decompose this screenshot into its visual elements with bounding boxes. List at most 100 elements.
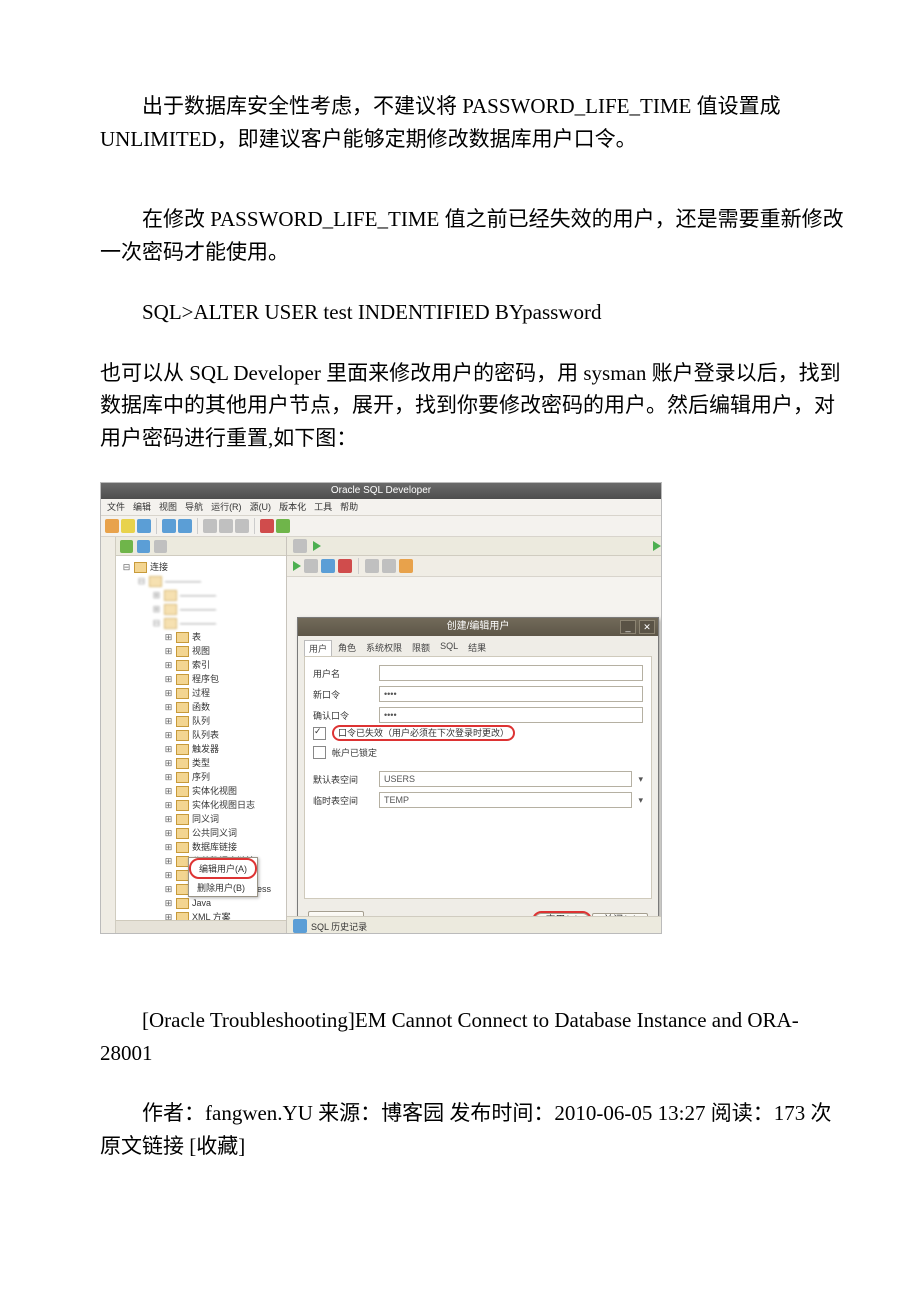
connections-tree-pane[interactable]: ⊟连接 ⊟———— ⊞———— ⊞———— ⊟———— ⊞表 ⊞视图 ⊞索引 ⊞… [116, 537, 287, 934]
menu-file[interactable]: 文件 [107, 499, 125, 515]
separator-icon [156, 518, 157, 534]
edit-icon[interactable] [399, 559, 413, 573]
tab-sys-privs[interactable]: 系统权限 [362, 640, 406, 656]
history-icon[interactable] [382, 559, 396, 573]
scrollbar[interactable] [116, 920, 286, 934]
tree-item[interactable]: ⊞序列 [122, 770, 286, 784]
tree-item[interactable]: ⊞公共同义词 [122, 826, 286, 840]
tree-item[interactable]: ⊞数据库链接 [122, 840, 286, 854]
menu-run[interactable]: 运行(R) [211, 499, 242, 515]
default-ts-label: 默认表空间 [313, 773, 373, 786]
chevron-down-icon[interactable]: ▾ [638, 774, 643, 785]
menu-version[interactable]: 版本化 [279, 499, 306, 515]
default-tablespace-select[interactable]: USERS [379, 771, 632, 787]
copy-icon[interactable] [219, 519, 233, 533]
close-icon[interactable]: ✕ [639, 620, 655, 634]
cut-icon[interactable] [203, 519, 217, 533]
tree-item[interactable]: ⊞Java [122, 896, 286, 910]
locked-checkbox[interactable] [313, 746, 326, 759]
run-icon[interactable] [276, 519, 290, 533]
tree-item[interactable]: ⊞程序包 [122, 672, 286, 686]
new-password-field[interactable]: •••• [379, 686, 643, 702]
folder-icon [176, 702, 189, 713]
connection-node[interactable]: ⊞———— [122, 602, 286, 616]
editor-tabs[interactable] [287, 537, 661, 556]
tree-item[interactable]: ⊞实体化视图日志 [122, 798, 286, 812]
tab-results[interactable]: 结果 [464, 640, 490, 656]
tab-user[interactable]: 用户 [304, 640, 332, 656]
window-title: Oracle SQL Developer [101, 483, 661, 499]
left-tab-strip[interactable] [101, 537, 116, 934]
filter-icon[interactable] [154, 540, 167, 553]
connection-node[interactable]: ⊟———— [122, 616, 286, 630]
stop-icon[interactable] [260, 519, 274, 533]
tree-item[interactable]: ⊞视图 [122, 644, 286, 658]
connection-node[interactable]: ⊟———— [122, 574, 286, 588]
folder-icon [176, 730, 189, 741]
dialog-tabs[interactable]: 用户 角色 系统权限 限额 SQL 结果 [298, 636, 658, 656]
redo-icon[interactable] [178, 519, 192, 533]
folder-icon [176, 688, 189, 699]
paste-icon[interactable] [235, 519, 249, 533]
history-icon [293, 919, 307, 933]
run-arrow-icon[interactable] [653, 541, 661, 551]
history-tab-label: SQL 历史记录 [311, 920, 367, 933]
temp-tablespace-select[interactable]: TEMP [379, 792, 632, 808]
tree-root[interactable]: ⊟连接 [122, 560, 286, 574]
run-arrow-icon[interactable] [313, 541, 321, 551]
context-edit-user[interactable]: 编辑用户(A) [189, 858, 257, 879]
tree-pane-toolbar[interactable] [116, 537, 286, 556]
paragraph-3: 也可以从 SQL Developer 里面来修改用户的密码，用 sysman 账… [100, 357, 850, 455]
context-menu[interactable]: 编辑用户(A) 删除用户(B) [188, 857, 258, 897]
tree-item[interactable]: ⊞触发器 [122, 742, 286, 756]
tab-quota[interactable]: 限额 [408, 640, 434, 656]
tree-item[interactable]: ⊞索引 [122, 658, 286, 672]
menu-help[interactable]: 帮助 [340, 499, 358, 515]
confirm-password-field[interactable]: •••• [379, 707, 643, 723]
expired-checkbox[interactable] [313, 727, 326, 740]
dialog-title: 创建/编辑用户 _ ✕ [298, 618, 658, 636]
tree-item[interactable]: ⊞同义词 [122, 812, 286, 826]
menu-view[interactable]: 视图 [159, 499, 177, 515]
undo-icon[interactable] [162, 519, 176, 533]
tree-item[interactable]: ⊞队列表 [122, 728, 286, 742]
refresh-icon[interactable] [137, 540, 150, 553]
menu-source[interactable]: 源(U) [250, 499, 272, 515]
folder-icon [176, 758, 189, 769]
tab-roles[interactable]: 角色 [334, 640, 360, 656]
menu-bar[interactable]: 文件 编辑 视图 导航 运行(R) 源(U) 版本化 工具 帮助 [101, 499, 661, 516]
context-drop-user[interactable]: 删除用户(B) [189, 879, 257, 896]
tree-item[interactable]: ⊞实体化视图 [122, 784, 286, 798]
explain-icon[interactable] [304, 559, 318, 573]
save-icon[interactable] [137, 519, 151, 533]
tree-item[interactable]: ⊞类型 [122, 756, 286, 770]
commit-icon[interactable] [321, 559, 335, 573]
menu-tools[interactable]: 工具 [314, 499, 332, 515]
new-icon[interactable] [105, 519, 119, 533]
editor-toolbar[interactable] [287, 556, 661, 577]
add-connection-icon[interactable] [120, 540, 133, 553]
open-icon[interactable] [121, 519, 135, 533]
edit-user-dialog[interactable]: 创建/编辑用户 _ ✕ 用户 角色 系统权限 限额 SQL 结果 [297, 617, 659, 934]
sql-history-tab[interactable]: SQL 历史记录 [287, 916, 662, 934]
run-arrow-icon[interactable] [293, 561, 301, 571]
sql-worksheet-icon[interactable] [293, 539, 307, 553]
tree-item[interactable]: ⊞表 [122, 630, 286, 644]
tree-item[interactable]: ⊞过程 [122, 686, 286, 700]
db-icon [164, 604, 177, 615]
minimize-icon[interactable]: _ [620, 620, 636, 634]
tab-sql[interactable]: SQL [436, 640, 462, 656]
article-meta: 作者：fangwen.YU 来源：博客园 发布时间：2010-06-05 13:… [100, 1097, 850, 1162]
clear-icon[interactable] [365, 559, 379, 573]
article-title: [Oracle Troubleshooting]EM Cannot Connec… [100, 1004, 850, 1069]
tree-item[interactable]: ⊞函数 [122, 700, 286, 714]
menu-nav[interactable]: 导航 [185, 499, 203, 515]
rollback-icon[interactable] [338, 559, 352, 573]
connection-node[interactable]: ⊞———— [122, 588, 286, 602]
main-toolbar[interactable] [101, 516, 661, 537]
username-field[interactable] [379, 665, 643, 681]
menu-edit[interactable]: 编辑 [133, 499, 151, 515]
paragraph-1: 出于数据库安全性考虑，不建议将 PASSWORD_LIFE_TIME 值设置成 … [100, 90, 850, 155]
tree-item[interactable]: ⊞队列 [122, 714, 286, 728]
chevron-down-icon[interactable]: ▾ [638, 795, 643, 806]
